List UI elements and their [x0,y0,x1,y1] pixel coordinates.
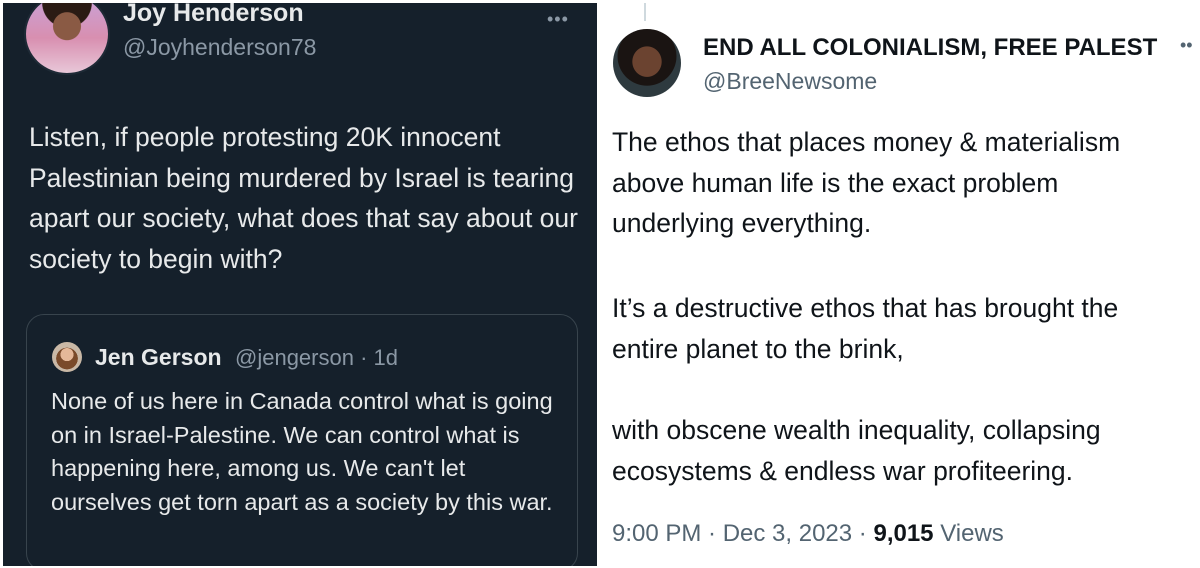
more-options-icon[interactable]: ••• [547,9,569,30]
quoted-avatar[interactable] [52,342,82,372]
tweet-line: The ethos that places money & materialis… [612,127,1121,157]
tweet-line: ecosystems & endless war profiteering. [612,455,1074,486]
views-count[interactable]: 9,015 [873,520,933,547]
tweet-line: entire planet to the brink, [612,333,904,364]
quoted-author-name: Jen Gerson [95,344,222,370]
tweet-text: Listen, if people protesting 20K innocen… [29,122,578,274]
tweet-paragraph: with obscene wealth inequality, collapsi… [612,410,1200,491]
author-name[interactable]: END ALL COLONIALISM, FREE PALEST [703,34,1157,62]
thread-connector [644,3,646,21]
tweet-line: It’s a destructive ethos that has brough… [612,293,1119,323]
quoted-tweet-card[interactable]: Jen Gerson @jengerson · 1d None of us he… [26,314,578,566]
avatar[interactable] [613,29,681,97]
tweet-metadata: 9:00 PM · Dec 3, 2023 · 9,015 Views [612,520,1004,548]
quoted-handle-time: @jengerson · 1d [235,345,398,370]
tweet-line: underlying everything. [612,208,872,238]
author-handle[interactable]: @BreeNewsome [703,68,877,95]
views-label: Views [933,520,1004,547]
tweet-paragraph: The ethos that places money & materialis… [612,122,1200,244]
tweet-line: above human life is the exact problem [612,167,1059,198]
avatar[interactable] [24,3,110,75]
timestamp-link[interactable]: 9:00 PM · Dec 3, 2023 · [612,520,873,547]
tweet-paragraph: It’s a destructive ethos that has brough… [612,288,1200,369]
left-tweet-screenshot: Joy Henderson @Joyhenderson78 ••• Listen… [3,3,597,566]
right-tweet-screenshot: END ALL COLONIALISM, FREE PALEST •• @Bre… [600,3,1200,566]
tweet-line: with obscene wealth inequality, collapsi… [612,415,1101,445]
quoted-tweet-text: None of us here in Canada control what i… [51,388,553,515]
author-name[interactable]: Joy Henderson [123,3,304,28]
more-options-icon[interactable]: •• [1180,35,1193,56]
author-handle[interactable]: @Joyhenderson78 [123,34,316,61]
